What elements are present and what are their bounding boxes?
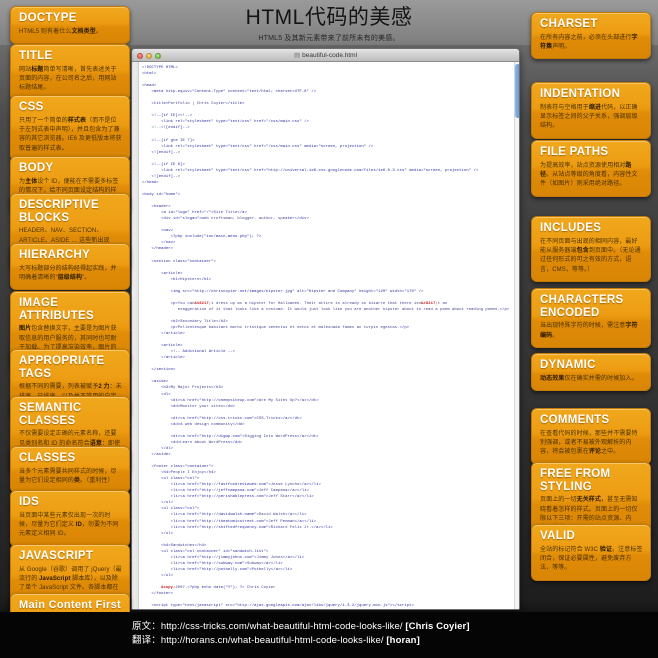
panel-title: Main Content First: [19, 599, 122, 611]
panel-dynamic: DYNAMIC 动态效果仅在确实并需的时候加入。: [531, 353, 651, 391]
page-footer: 原文：http://css-tricks.com/what-beautiful-…: [0, 612, 658, 658]
window-titlebar: ▤beautiful-code.html: [132, 49, 519, 62]
panel-characters-encoded: CHARACTERS ENCODED 当出现特殊字符的时候，需注意字符编码。: [531, 288, 651, 348]
window-filename: ▤beautiful-code.html: [132, 49, 519, 62]
panel-title: DYNAMIC: [540, 359, 643, 372]
panel-charset: CHARSET 在所有内容之前，必须在头部进行字符集声明。: [531, 12, 651, 59]
footer-translation-author: [horan]: [386, 635, 419, 646]
code-window: ▤beautiful-code.html <!DOCTYPE HTML> <ht…: [131, 48, 520, 610]
panel-title: INCLUDES: [540, 222, 643, 235]
footer-translation-url[interactable]: http://horans.cn/what-beautiful-html-cod…: [161, 635, 384, 646]
panel-body: 当多个元素需要共同样式的时候，尽量为它们设定相同的类。（重利性）: [19, 468, 122, 487]
panel-title: SEMANTIC CLASSES: [19, 402, 122, 427]
panel-body: 只用了一个简单的样式表（而不是位于左列式表中声明），并且包含为了兼容的其它浏览器…: [19, 117, 122, 154]
panel-title: FILE PATHS: [540, 146, 643, 159]
footer-translation-label: 翻译：: [132, 635, 161, 646]
filename-text: beautiful-code.html: [302, 52, 357, 59]
panel-title: FREE FROM STYLING: [540, 468, 643, 493]
document-icon: ▤: [294, 52, 300, 59]
panel-title: HIERARCHY: [19, 249, 122, 262]
panel-title: BODY: [19, 162, 122, 175]
editor-gutter: [132, 62, 139, 610]
zoom-icon[interactable]: [155, 53, 161, 59]
panel-title: TITLE 网站标题简单写清晰，首先表述关于页面的内容，在公司名之后，用网站标题结…: [10, 44, 130, 101]
panel-title: CHARACTERS ENCODED: [540, 294, 643, 319]
panel-title: JAVASCRIPT: [19, 550, 122, 563]
panel-title: INDENTATION: [540, 88, 643, 101]
panel-body: 动态效果仅在确实并需的时候加入。: [540, 375, 643, 384]
panel-ids: IDS 当页面中某些元素仅出现一次的时候，尽量为它们定义 ID，勿要为不同元素定义…: [10, 490, 130, 547]
panel-title: VALID: [540, 530, 643, 543]
panel-title: CLASSES: [19, 452, 122, 465]
code-content[interactable]: <!DOCTYPE HTML> <html> <head> <meta http…: [142, 65, 512, 610]
panel-body: 当页面中某些元素仅出现一次的时候，尽量为它们定义 ID，勿要为不同元素定义相同 …: [19, 512, 122, 540]
scrollbar-thumb[interactable]: [515, 64, 520, 118]
panel-comments: COMMENTS 在查看代码的时候，那些并不需要特别强调，或者不易被外观解析的内容…: [531, 408, 651, 465]
panel-classes: CLASSES 当多个元素需要共同样式的时候，尽量为它们设定相同的类。（重利性）: [10, 446, 130, 493]
footer-source-url[interactable]: http://css-tricks.com/what-beautiful-htm…: [161, 621, 403, 632]
panel-title: CSS: [19, 101, 122, 114]
panel-body: 为提高效率，站点资源使用相对路径。从站点等级的角度看，内容性文件（如图片）则采用…: [540, 162, 643, 190]
panel-css: CSS 只用了一个简单的样式表（而不是位于左列式表中声明），并且包含为了兼容的其它…: [10, 95, 130, 161]
panel-body: HTML5 则有着仕么文档类型。: [19, 28, 122, 37]
panel-body: 全站的标记符合 W3C 验证。注意标签闭合，保证必要属性，避免废弃方法，等等。: [540, 546, 643, 574]
panel-hierarchy: HIERARCHY 大写标题部分的结构经得起实践，并明确着清晰的“层级结构”。: [10, 243, 130, 290]
panel-title: DESCRIPTIVE BLOCKS: [19, 199, 122, 224]
panel-body: 在查看代码的时候，那些并不需要特别强调，或者不易被外观解析的内容，将会被包裹在评…: [540, 430, 643, 458]
code-editor-body: <!DOCTYPE HTML> <html> <head> <meta http…: [132, 62, 520, 610]
panel-body: 大写标题部分的结构经得起实践，并明确着清晰的“层级结构”。: [19, 265, 122, 284]
footer-translation-line: 翻译：http://horans.cn/what-beautiful-html-…: [132, 634, 658, 648]
panel-indentation: INDENTATION 制表符与空格用于缩进代码，以正确显示标签之间的父子关系，强…: [531, 82, 651, 139]
panel-title: IMAGE ATTRIBUTES: [19, 297, 122, 322]
footer-source-line: 原文：http://css-tricks.com/what-beautiful-…: [132, 620, 658, 634]
close-icon[interactable]: [137, 53, 143, 59]
panel-body: 在不同页面与出现的相同内容，最好能从服务器端包含到页面中。（无论通过任何形式的可…: [540, 238, 643, 275]
panel-body: 在所有内容之前，必须在头部进行字符集声明。: [540, 34, 643, 53]
footer-source-author: [Chris Coyier]: [405, 621, 469, 632]
panel-title: TITLE: [19, 50, 122, 63]
panel-title: COMMENTS: [540, 414, 643, 427]
panel-title: DOCTYPE: [19, 12, 122, 25]
panel-title: IDS: [19, 496, 122, 509]
footer-source-label: 原文：: [132, 621, 161, 632]
panel-doctype: DOCTYPE HTML5 则有着仕么文档类型。: [10, 6, 130, 44]
panel-title: CHARSET: [540, 18, 643, 31]
panel-file-paths: FILE PATHS 为提高效率，站点资源使用相对路径。从站点等级的角度看，内容性…: [531, 140, 651, 197]
panel-body: 制表符与空格用于缩进代码，以正确显示标签之间的父子关系，强调层级结构。: [540, 104, 643, 132]
minimize-icon[interactable]: [146, 53, 152, 59]
panel-body: 当出现特殊字符的时候，需注意字符编码。: [540, 322, 643, 341]
panel-title: APPROPRIATE TAGS: [19, 355, 122, 380]
panel-body: 网站标题简单写清晰，首先表述关于页面的内容，在公司名之后，用网站标题结尾。: [19, 66, 122, 94]
editor-scrollbar[interactable]: [514, 62, 520, 610]
panel-includes: INCLUDES 在不同页面与出现的相同内容，最好能从服务器端包含到页面中。（无论…: [531, 216, 651, 282]
panel-valid: VALID 全站的标记符合 W3C 验证。注意标签闭合，保证必要属性，避免废弃方法…: [531, 524, 651, 581]
